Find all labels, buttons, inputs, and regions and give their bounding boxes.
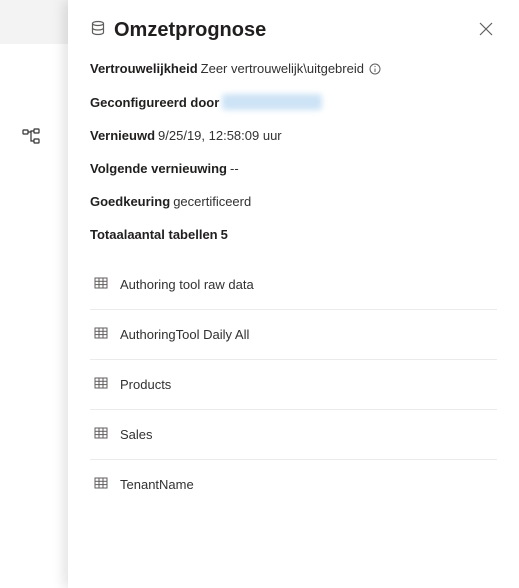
next-refresh-row: Volgende vernieuwing -- [90, 161, 497, 176]
next-refresh-value: -- [230, 161, 239, 176]
approval-label: Goedkeuring [90, 194, 170, 209]
close-icon [479, 22, 493, 39]
approval-value: gecertificeerd [173, 194, 251, 209]
table-name: TenantName [120, 477, 194, 492]
panel-title: Omzetprognose [114, 19, 266, 42]
confidentiality-label: Vertrouwelijkheid [90, 61, 198, 76]
left-rail [0, 0, 68, 588]
table-count-value: 5 [221, 227, 228, 242]
table-count-label: Totaalaantal tabellen [90, 227, 218, 242]
table-icon [94, 476, 108, 493]
table-row[interactable]: AuthoringTool Daily All [90, 310, 497, 360]
refreshed-value: 9/25/19, 12:58:09 uur [158, 128, 282, 143]
table-icon [94, 376, 108, 393]
table-row[interactable]: Products [90, 360, 497, 410]
configured-by-row: Geconfigureerd door [90, 94, 497, 110]
table-row[interactable]: Authoring tool raw data [90, 260, 497, 310]
info-icon[interactable] [369, 63, 381, 75]
table-icon [94, 326, 108, 343]
dataset-icon [90, 20, 106, 41]
left-rail-top-strip [0, 0, 68, 44]
next-refresh-label: Volgende vernieuwing [90, 161, 227, 176]
table-name: Products [120, 377, 171, 392]
configured-by-label: Geconfigureerd door [90, 95, 219, 110]
table-icon [94, 426, 108, 443]
refreshed-label: Vernieuwd [90, 128, 155, 143]
close-button[interactable] [475, 18, 497, 43]
table-row[interactable]: Sales [90, 410, 497, 460]
table-count-row: Totaalaantal tabellen 5 [90, 227, 497, 242]
confidentiality-row: Vertrouwelijkheid Zeer vertrouwelijk\uit… [90, 61, 497, 76]
confidentiality-value: Zeer vertrouwelijk\uitgebreid [201, 61, 364, 76]
table-name: AuthoringTool Daily All [120, 327, 249, 342]
refreshed-row: Vernieuwd 9/25/19, 12:58:09 uur [90, 128, 497, 143]
approval-row: Goedkeuring gecertificeerd [90, 194, 497, 209]
tables-list: Authoring tool raw data AuthoringTool Da… [90, 260, 497, 509]
details-panel: Omzetprognose Vertrouwelijkheid Zeer ver… [68, 0, 519, 588]
lineage-icon[interactable] [22, 128, 40, 151]
table-row[interactable]: TenantName [90, 460, 497, 509]
panel-header: Omzetprognose [90, 18, 497, 43]
table-name: Authoring tool raw data [120, 277, 254, 292]
configured-by-value-redacted [222, 94, 322, 110]
table-icon [94, 276, 108, 293]
panel-title-wrap: Omzetprognose [90, 19, 266, 42]
table-name: Sales [120, 427, 153, 442]
